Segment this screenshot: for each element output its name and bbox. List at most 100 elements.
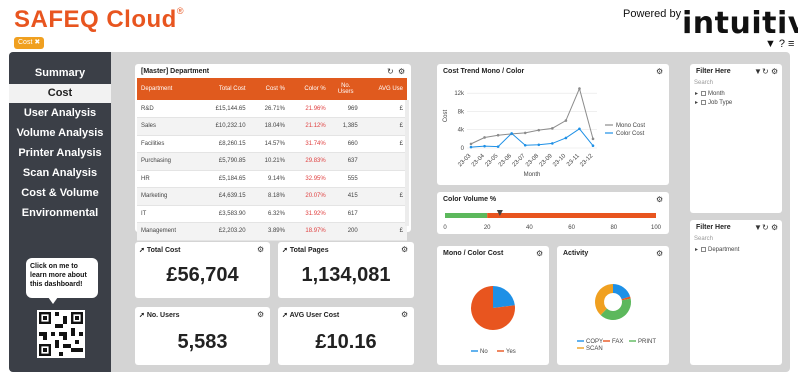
filter-icon[interactable]: ▼ [765, 38, 776, 50]
table-row[interactable]: HR £5,184.65 9.14% 32.95% 555 [137, 170, 407, 188]
data-point [564, 119, 568, 122]
department-table-panel: [Master] Department ↻ ⚙ Department Total… [135, 64, 411, 241]
filter-icon[interactable]: ▼ [754, 67, 762, 76]
x-tick-label: 23-12 [579, 153, 595, 169]
table-row[interactable]: Purchasing £5,790.85 10.21% 29.83% 637 [137, 152, 407, 171]
help-bubble[interactable]: Click on me to learn more about this das… [26, 258, 98, 304]
sidebar-item-cost[interactable]: Cost [9, 84, 111, 103]
table-cell: 18.97% [288, 222, 330, 241]
gear-icon[interactable]: ⚙ [771, 223, 778, 232]
legend-label: No [480, 349, 488, 355]
filter-search-input[interactable]: Search [694, 80, 776, 86]
filter-item-job-type[interactable]: ▸ Job Type [695, 99, 732, 106]
table-cell: £8,260.15 [196, 135, 250, 153]
gear-icon[interactable]: ⚙ [257, 245, 264, 254]
table-cell: £5,184.65 [196, 170, 250, 188]
table-row[interactable]: Management £2,203.20 3.89% 18.97% 200 £ [137, 222, 407, 241]
column-header[interactable]: Color % [288, 78, 330, 100]
total-pages-card: ➚ Total Pages ⚙ 1,134,081 [278, 242, 414, 298]
help-icon[interactable]: ? [779, 38, 785, 50]
x-tick-label: 80 [610, 225, 617, 231]
sidebar-item-scan-analysis[interactable]: Scan Analysis [9, 164, 111, 183]
data-point [523, 131, 527, 135]
refresh-icon[interactable]: ↻ [762, 67, 769, 76]
sidebar-item-printer-analysis[interactable]: Printer Analysis [9, 144, 111, 163]
column-header[interactable]: Cost % [249, 78, 289, 100]
x-tick-label: 0 [443, 225, 447, 231]
mono-color-pie-chart[interactable]: No Yes [437, 246, 549, 365]
data-point [483, 144, 486, 148]
orange-segment [487, 213, 656, 218]
series-line-0 [470, 87, 594, 145]
menu-icon[interactable]: ≡ [788, 38, 794, 50]
gear-icon[interactable]: ⚙ [771, 67, 778, 76]
table-cell: Marketing [137, 187, 197, 206]
activity-donut-chart[interactable]: COPY FAX PRINT SCAN [557, 246, 669, 365]
table-cell: 617 [329, 205, 362, 223]
x-tick-label: 23-03 [457, 153, 473, 169]
x-tick-label: 23-04 [471, 153, 487, 169]
gear-icon[interactable]: ⚙ [401, 245, 408, 254]
checkbox[interactable] [701, 246, 707, 252]
table-row[interactable]: IT £3,583.90 6.32% 31.92% 617 [137, 205, 407, 223]
cost-trend-panel: Cost Trend Mono / Color ⚙ 0 4k 8k 12k Cost 23… [437, 64, 669, 185]
gear-icon[interactable]: ⚙ [401, 310, 408, 319]
color-volume-bar[interactable]: 0 20 40 60 80 100 [437, 192, 669, 234]
data-point [483, 136, 486, 139]
table-cell: Sales [137, 117, 197, 136]
card-title: ➚ No. Users [139, 312, 180, 319]
filter-item-month[interactable]: ▸ Month [695, 90, 725, 97]
table-cell: 21.96% [288, 100, 330, 118]
checkbox[interactable] [701, 99, 707, 105]
table-cell: 29.83% [288, 152, 330, 171]
gear-icon[interactable]: ⚙ [398, 67, 405, 76]
data-point [537, 143, 541, 147]
filter-icon[interactable]: ▼ [754, 223, 762, 232]
sidebar-item-environmental[interactable]: Environmental [9, 204, 111, 223]
filter-item-department[interactable]: ▸ Department [695, 246, 739, 253]
table-cell: 3.89% [249, 222, 289, 241]
table-cell: Facilities [137, 135, 197, 153]
data-point [510, 132, 513, 135]
table-cell: 9.14% [249, 170, 289, 188]
table-cell [361, 152, 407, 171]
dashboard-canvas: Summary Cost User Analysis Volume Analys… [9, 52, 790, 372]
qr-code-image[interactable] [37, 310, 85, 358]
sidebar-item-user-analysis[interactable]: User Analysis [9, 104, 111, 123]
legend-label: COPY [586, 339, 603, 345]
refresh-icon[interactable]: ↻ [387, 67, 394, 76]
no-users-value: 5,583 [177, 331, 228, 353]
no-users-card: ➚ No. Users ⚙ 5,583 [135, 307, 270, 365]
table-row[interactable]: Facilities £8,260.15 14.57% 31.74% 660 £ [137, 135, 407, 153]
table-cell: 660 [329, 135, 362, 153]
cost-trend-chart[interactable]: 04k8k12kCost23-0323-0423-0523-0623-0723-… [437, 64, 669, 185]
intuitive-logo: intuitive [682, 6, 798, 41]
cost-filter-chip[interactable]: Cost ✖ [14, 37, 45, 49]
filter-search-input[interactable]: Search [694, 236, 776, 242]
x-tick-label: 20 [484, 225, 491, 231]
refresh-icon[interactable]: ↻ [762, 223, 769, 232]
column-header[interactable]: AVG Use [361, 78, 407, 100]
sidebar-item-summary[interactable]: Summary [9, 64, 111, 83]
header-icons: ▼? ≡ [762, 38, 794, 50]
table-row[interactable]: R&D £15,144.65 26.71% 21.96% 969 £ [137, 100, 407, 118]
powered-by-label: Powered by [623, 8, 682, 20]
gear-icon[interactable]: ⚙ [257, 310, 264, 319]
panel-title: Filter Here [696, 68, 731, 75]
column-header[interactable]: No. Users [329, 78, 362, 100]
table-scrollbar[interactable] [405, 100, 409, 226]
table-row[interactable]: Sales £10,232.10 18.04% 21.12% 1,385 £ [137, 117, 407, 136]
table-row[interactable]: Marketing £4,639.15 8.18% 20.07% 415 £ [137, 187, 407, 206]
column-header[interactable]: Total Cost [196, 78, 250, 100]
data-point [537, 128, 541, 132]
table-cell: Purchasing [137, 152, 197, 171]
table-cell: £2,203.20 [196, 222, 250, 241]
x-tick-label: 23-11 [566, 153, 581, 168]
x-tick-label: 40 [526, 225, 533, 231]
data-point [496, 145, 500, 148]
table-cell: 415 [329, 187, 362, 206]
checkbox[interactable] [701, 90, 707, 96]
column-header[interactable]: Department [137, 78, 197, 100]
sidebar-item-cost-volume[interactable]: Cost & Volume [9, 184, 111, 203]
sidebar-item-volume-analysis[interactable]: Volume Analysis [9, 124, 111, 143]
